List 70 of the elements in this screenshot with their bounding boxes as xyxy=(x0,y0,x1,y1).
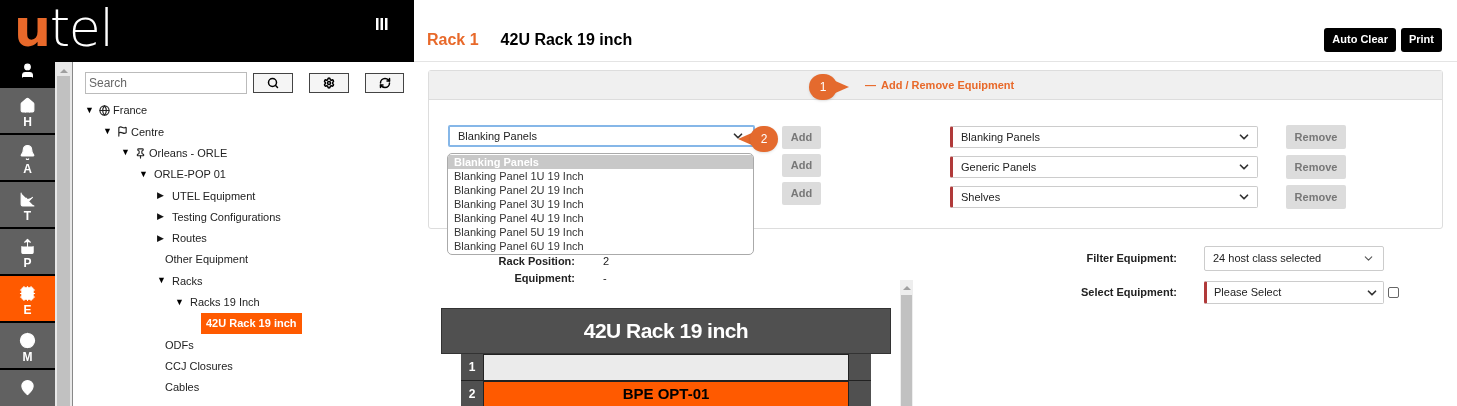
tree-item[interactable]: Cables xyxy=(165,379,200,396)
tree-item[interactable]: CCJ Closures xyxy=(165,357,233,375)
rack-unit: BPE OPT-01 xyxy=(483,381,849,406)
select-equipment-label: Select Equipment: xyxy=(1080,285,1177,301)
search-field[interactable]: Search xyxy=(85,71,247,94)
tree-item[interactable]: Racks xyxy=(171,272,204,290)
tree-toggle[interactable]: ▼ xyxy=(103,125,117,139)
utel-logo[interactable]: utel xyxy=(14,2,113,54)
nav-item[interactable]: T xyxy=(0,180,55,227)
filter-select[interactable]: 24 host class selected xyxy=(1204,246,1384,271)
add-select[interactable]: Blanking Panels xyxy=(448,125,755,147)
home-icon xyxy=(19,97,36,114)
nav-item[interactable]: M xyxy=(0,321,55,368)
map-pin-icon xyxy=(19,379,36,396)
rack-label: Rack 1 xyxy=(427,29,479,50)
info-label: Equipment: xyxy=(513,271,575,287)
refresh-icon xyxy=(378,76,391,89)
info-value: 2 xyxy=(603,254,610,270)
search-icon xyxy=(267,76,279,89)
tree-toggle[interactable]: ▼ xyxy=(175,295,189,310)
rack-header: 42U Rack 19 inch xyxy=(441,308,891,354)
tree-item[interactable]: Racks 19 Inch xyxy=(189,294,261,311)
nav-item[interactable]: P xyxy=(0,227,55,274)
nav-item[interactable]: A xyxy=(0,133,55,180)
dropdown-option[interactable]: Blanking Panel 6U 19 Inch xyxy=(448,239,753,253)
unit-number: 1 xyxy=(461,354,483,381)
info-label: Rack Position: xyxy=(497,254,575,270)
nav-item[interactable] xyxy=(0,368,55,406)
flag-icon xyxy=(117,126,128,138)
tree-toggle[interactable]: ▼ xyxy=(121,146,135,160)
tree-toggle[interactable]: ▼ xyxy=(85,103,99,118)
tree-item[interactable]: Centre xyxy=(130,123,166,141)
checkbox[interactable] xyxy=(1388,287,1399,298)
dropdown-option[interactable]: Blanking Panel 4U 19 Inch xyxy=(448,211,753,225)
header-button[interactable]: Auto Clear xyxy=(1324,27,1396,52)
tree-toggle[interactable]: ▶ xyxy=(157,210,171,224)
unit-number: 2 xyxy=(461,381,483,406)
tree-item[interactable]: ORLE-POP 01 xyxy=(153,166,227,183)
page-title: 42U Rack 19 inch xyxy=(500,29,633,50)
tree-item[interactable]: ODFs xyxy=(165,336,194,354)
info-value: - xyxy=(603,271,607,287)
scrollbar[interactable] xyxy=(55,62,72,406)
settings-icon xyxy=(323,76,335,89)
search-button[interactable] xyxy=(253,72,293,93)
pin-icon xyxy=(135,147,146,159)
refresh-button[interactable] xyxy=(365,72,404,93)
dropdown-option[interactable]: Blanking Panel 1U 19 Inch xyxy=(448,169,753,183)
settings-button[interactable] xyxy=(309,72,349,93)
tree-item[interactable]: Orleans - ORLE xyxy=(148,145,229,162)
tree-toggle[interactable]: ▶ xyxy=(157,189,171,203)
equipment-select[interactable]: Please Select xyxy=(1204,281,1384,304)
user-icon xyxy=(19,62,36,79)
bell-icon xyxy=(19,144,36,161)
filter-label: Filter Equipment: xyxy=(1085,251,1177,267)
tree-item[interactable]: France xyxy=(112,102,149,119)
tree-toggle[interactable]: ▶ xyxy=(157,231,171,246)
menu-icon[interactable] xyxy=(376,18,388,30)
dropdown-option[interactable]: Blanking Panel 2U 19 Inch xyxy=(448,183,753,197)
tree-toggle[interactable]: ▼ xyxy=(157,274,171,288)
header-button[interactable]: Print xyxy=(1400,27,1442,52)
share-icon xyxy=(19,238,36,255)
tree-item[interactable]: Other Equipment xyxy=(165,251,249,268)
dropdown-option[interactable]: Blanking Panel 5U 19 Inch xyxy=(448,225,753,239)
rack-scrollbar[interactable] xyxy=(900,280,913,406)
dropdown-option[interactable]: Blanking Panel 3U 19 Inch xyxy=(448,197,753,211)
nav-item[interactable]: H xyxy=(0,86,55,133)
tree-toggle[interactable]: ▼ xyxy=(139,167,153,182)
tree-item[interactable]: Testing Configurations xyxy=(171,208,282,226)
tree-item[interactable]: Routes xyxy=(171,230,208,247)
tree-item[interactable]: UTEL Equipment xyxy=(171,187,257,205)
